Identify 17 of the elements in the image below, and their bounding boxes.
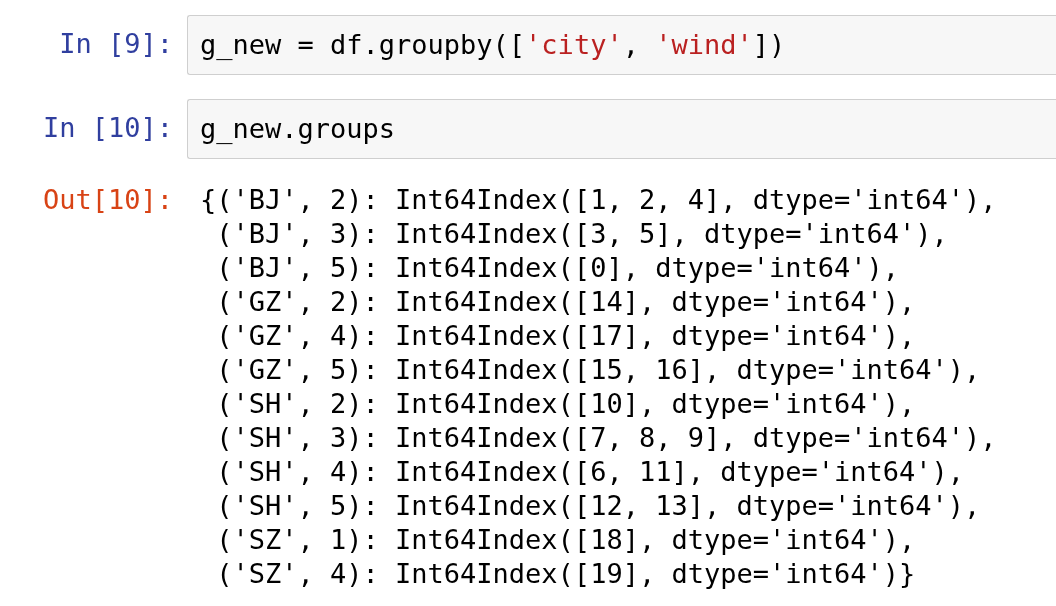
code-input-cell[interactable]: g_new = df.groupby(['city', 'wind']) [187, 15, 1056, 75]
output-line: ('GZ', 4): Int64Index([17], dtype='int64'), [215, 319, 917, 353]
output-line: ('BJ', 3): Int64Index([3, 5], dtype='int64'), [215, 217, 949, 251]
input-prompt: In [10]: [42, 111, 174, 145]
output-line: ('SZ', 1): Int64Index([18], dtype='int64'), [215, 523, 917, 557]
output-line: ('GZ', 5): Int64Index([15, 16], dtype='int64'), [215, 353, 982, 387]
output-line: ('SZ', 4): Int64Index([19], dtype='int64')} [215, 557, 917, 591]
output-line: {('BJ', 2): Int64Index([1, 2, 4], dtype='int64'), [200, 183, 998, 217]
output-line: ('SH', 4): Int64Index([6, 11], dtype='int64'), [215, 455, 965, 489]
output-line: ('GZ', 2): Int64Index([14], dtype='int64'), [215, 285, 917, 319]
output-line: ('SH', 3): Int64Index([7, 8, 9], dtype='int64'), [215, 421, 998, 455]
input-prompt: In [9]: [59, 27, 174, 61]
output-prompt: Out[10]: [42, 183, 174, 217]
output-line: ('SH', 5): Int64Index([12, 13], dtype='int64'), [215, 489, 982, 523]
code-input-cell[interactable]: g_new.groups [187, 99, 1056, 159]
output-line: ('SH', 2): Int64Index([10], dtype='int64'), [215, 387, 917, 421]
output-line: ('BJ', 5): Int64Index([0], dtype='int64'), [215, 251, 900, 285]
